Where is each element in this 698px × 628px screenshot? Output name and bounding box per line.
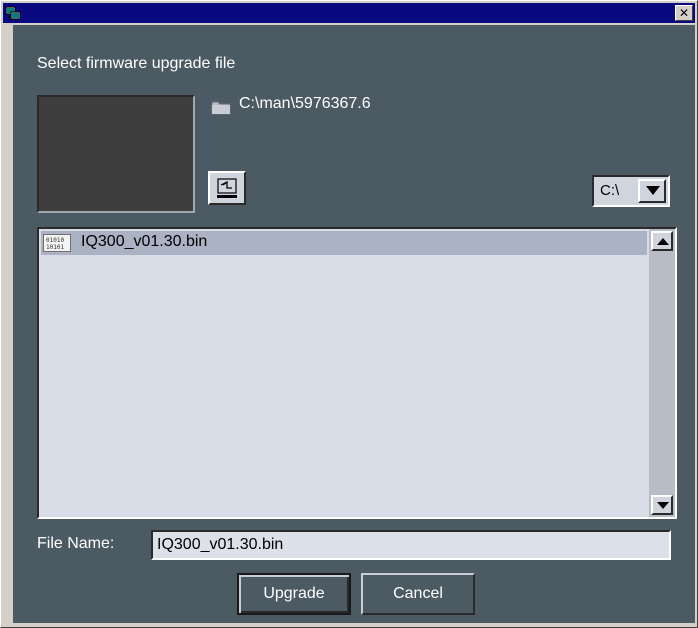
vertical-scrollbar[interactable]: [649, 229, 675, 517]
folder-icon: [211, 99, 231, 115]
scroll-down-button[interactable]: [651, 495, 673, 515]
drive-dropdown-button[interactable]: [638, 179, 666, 203]
file-name-label: IQ300_v01.30.bin: [81, 233, 208, 250]
current-path: C:\man\5976367.6: [239, 95, 371, 112]
close-button[interactable]: ✕: [675, 5, 693, 21]
title-bar[interactable]: ✕: [3, 3, 695, 23]
drive-select[interactable]: C:\: [592, 175, 670, 207]
close-icon: ✕: [678, 6, 690, 20]
drive-value: C:\: [600, 182, 620, 199]
computer-network-icon: [5, 5, 21, 21]
cancel-button[interactable]: Cancel: [361, 573, 475, 615]
firmware-upgrade-dialog: ✕ Select firmware upgrade file C:\man\59…: [0, 0, 698, 628]
dialog-body: Select firmware upgrade file C:\man\5976…: [13, 25, 695, 623]
svg-text:01010: 01010: [46, 237, 64, 244]
upgrade-button[interactable]: Upgrade: [237, 573, 351, 615]
svg-text:10101: 10101: [46, 244, 64, 251]
list-item[interactable]: 01010 10101 IQ300_v01.30.bin: [41, 231, 647, 255]
preview-pane: [37, 95, 195, 213]
file-name-label: File Name:: [37, 535, 115, 552]
binary-file-icon: 01010 10101: [43, 234, 71, 252]
file-list[interactable]: 01010 10101 IQ300_v01.30.bin: [37, 227, 677, 519]
dialog-heading: Select firmware upgrade file: [37, 55, 236, 72]
file-name-field[interactable]: [151, 530, 671, 560]
scroll-up-button[interactable]: [651, 231, 673, 251]
parent-folder-button[interactable]: [208, 171, 246, 205]
